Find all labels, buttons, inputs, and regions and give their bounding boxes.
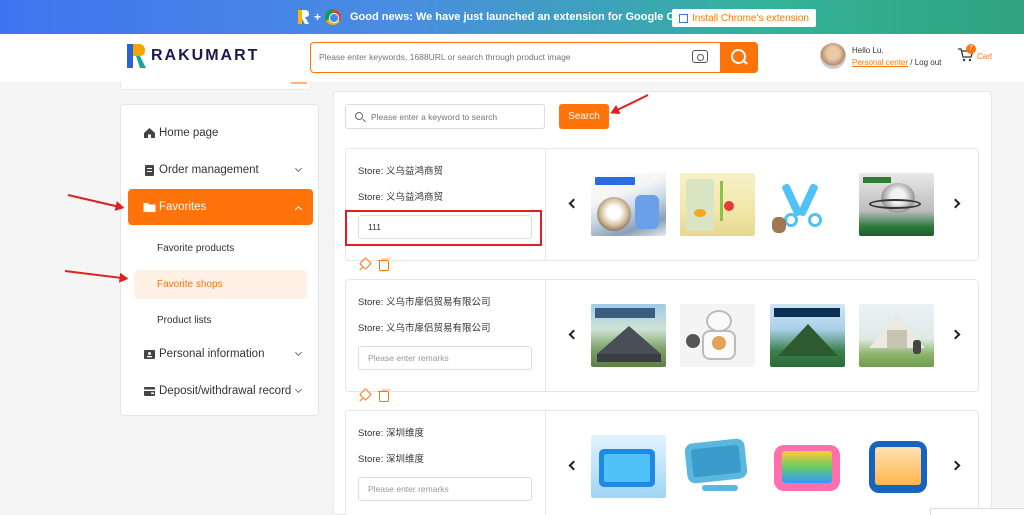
banner-text: Good news: We have just launched an exte…	[350, 11, 708, 23]
product-thumbnail[interactable]	[591, 435, 666, 498]
sidebar-sub-product-lists[interactable]: Product lists	[134, 306, 307, 335]
store-name: Store: 义乌市扉侣贸易有限公司	[358, 323, 491, 334]
global-search-box	[310, 42, 758, 73]
sidebar-item-label: Order management	[159, 164, 259, 176]
rakumart-logo-icon	[127, 44, 146, 68]
avatar[interactable]	[820, 43, 846, 69]
product-thumbnail[interactable]	[770, 173, 845, 236]
shop-keyword-search	[345, 104, 545, 129]
carousel-prev-icon[interactable]	[568, 198, 579, 209]
pin-icon[interactable]	[359, 259, 370, 270]
sidebar-item-personal-information[interactable]: Personal information	[128, 336, 313, 372]
site-logo[interactable]: RAKUMART	[125, 42, 259, 70]
install-extension-label: Install Chrome's extension	[692, 12, 809, 24]
shop-info: Store: 义乌市扉侣贸易有限公司 Store: 义乌市扉侣贸易有限公司 Pl…	[346, 280, 546, 391]
store-name: Store: 深圳维度	[358, 454, 424, 465]
sidebar-top-fragment	[120, 82, 311, 90]
remark-input[interactable]: Please enter remarks	[358, 346, 532, 370]
trash-icon[interactable]	[378, 259, 389, 271]
user-greeting: Hello Lu.	[852, 46, 884, 55]
carousel-next-icon[interactable]	[950, 329, 961, 340]
product-thumbnail[interactable]	[770, 435, 845, 498]
product-thumbnail[interactable]	[859, 435, 934, 498]
carousel-prev-icon[interactable]	[568, 329, 579, 340]
floating-widget-edge	[930, 508, 1024, 515]
camera-icon[interactable]	[692, 50, 708, 63]
user-links: Personal center / Log out	[852, 58, 941, 67]
product-thumbnail[interactable]	[680, 435, 755, 498]
annotation-arrow	[64, 270, 127, 280]
sidebar-item-label: Home page	[159, 127, 219, 139]
product-carousel	[546, 149, 979, 260]
global-search-input[interactable]	[319, 49, 679, 65]
carousel-prev-icon[interactable]	[568, 460, 579, 471]
chevron-up-icon	[294, 205, 303, 214]
sidebar-sub-favorite-products[interactable]: Favorite products	[134, 234, 307, 263]
banner-logos: +	[296, 9, 342, 25]
product-thumbnail[interactable]	[859, 173, 934, 236]
cart-count-badge: 7	[966, 44, 976, 54]
clipboard-icon	[145, 165, 154, 176]
shop-card-actions	[359, 390, 389, 402]
shop-info: Store: 深圳维度 Store: 深圳维度 Please enter rem…	[346, 411, 546, 515]
product-thumbnail[interactable]	[680, 304, 755, 367]
sidebar-item-favorites[interactable]: Favorites	[128, 189, 313, 225]
carousel-next-icon[interactable]	[950, 460, 961, 471]
shop-card: Store: 义乌市扉侣贸易有限公司 Store: 义乌市扉侣贸易有限公司 Pl…	[345, 279, 979, 392]
wallet-icon	[144, 387, 155, 396]
cart-link[interactable]: Cart	[977, 52, 992, 61]
home-icon	[144, 128, 155, 138]
shop-card-actions	[359, 259, 389, 271]
rakumart-mini-logo	[298, 10, 309, 24]
product-carousel	[546, 280, 979, 391]
shop-search-button[interactable]: Search	[559, 104, 609, 129]
id-card-icon	[144, 350, 155, 359]
pin-icon[interactable]	[359, 390, 370, 401]
global-search-button[interactable]	[720, 42, 758, 73]
sidebar-item-label: Personal information	[159, 348, 265, 360]
product-carousel	[546, 411, 979, 515]
personal-center-link[interactable]: Personal center	[852, 58, 908, 67]
product-thumbnail[interactable]	[859, 304, 934, 367]
plus-sign: +	[314, 10, 322, 24]
chevron-down-icon	[294, 348, 303, 357]
store-name: Store: 深圳维度	[358, 428, 424, 439]
logo-text: RAKUMART	[151, 47, 260, 64]
sidebar-item-home[interactable]: Home page	[128, 115, 313, 151]
logout-link[interactable]: Log out	[915, 58, 942, 67]
shop-keyword-input[interactable]	[371, 110, 541, 124]
sidebar-item-label: Favorites	[159, 201, 207, 213]
sidebar-sub-favorite-shops[interactable]: Favorite shops	[134, 270, 307, 299]
install-extension-button[interactable]: Install Chrome's extension	[672, 9, 816, 27]
product-thumbnail[interactable]	[770, 304, 845, 367]
shop-card: Store: 深圳维度 Store: 深圳维度 Please enter rem…	[345, 410, 979, 515]
store-name: Store: 义乌益鸿商贸	[358, 192, 443, 203]
product-thumbnail[interactable]	[591, 304, 666, 367]
store-name: Store: 义乌市扉侣贸易有限公司	[358, 297, 491, 308]
product-thumbnail[interactable]	[680, 173, 755, 236]
sidebar: Home page Order management Favorites Fav…	[120, 104, 319, 416]
annotation-arrow	[67, 194, 123, 209]
product-thumbnail[interactable]	[591, 173, 666, 236]
folder-icon	[143, 203, 156, 212]
annotation-highlight-box	[345, 210, 542, 246]
trash-icon[interactable]	[378, 390, 389, 402]
sidebar-item-label: Deposit/withdrawal record	[159, 385, 292, 397]
remark-input[interactable]: Please enter remarks	[358, 477, 532, 501]
store-name: Store: 义乌益鸿商贸	[358, 166, 443, 177]
sidebar-item-order-management[interactable]: Order management	[128, 152, 313, 188]
external-link-icon	[679, 13, 689, 23]
user-links-separator: /	[908, 58, 915, 67]
search-icon	[355, 112, 363, 120]
sidebar-item-deposit-withdrawal[interactable]: Deposit/withdrawal record	[128, 373, 313, 409]
carousel-next-icon[interactable]	[950, 198, 961, 209]
chevron-down-icon	[294, 164, 303, 173]
chevron-down-icon	[294, 385, 303, 394]
chrome-icon	[325, 9, 342, 25]
promo-banner: + Good news: We have just launched an ex…	[0, 0, 1024, 34]
